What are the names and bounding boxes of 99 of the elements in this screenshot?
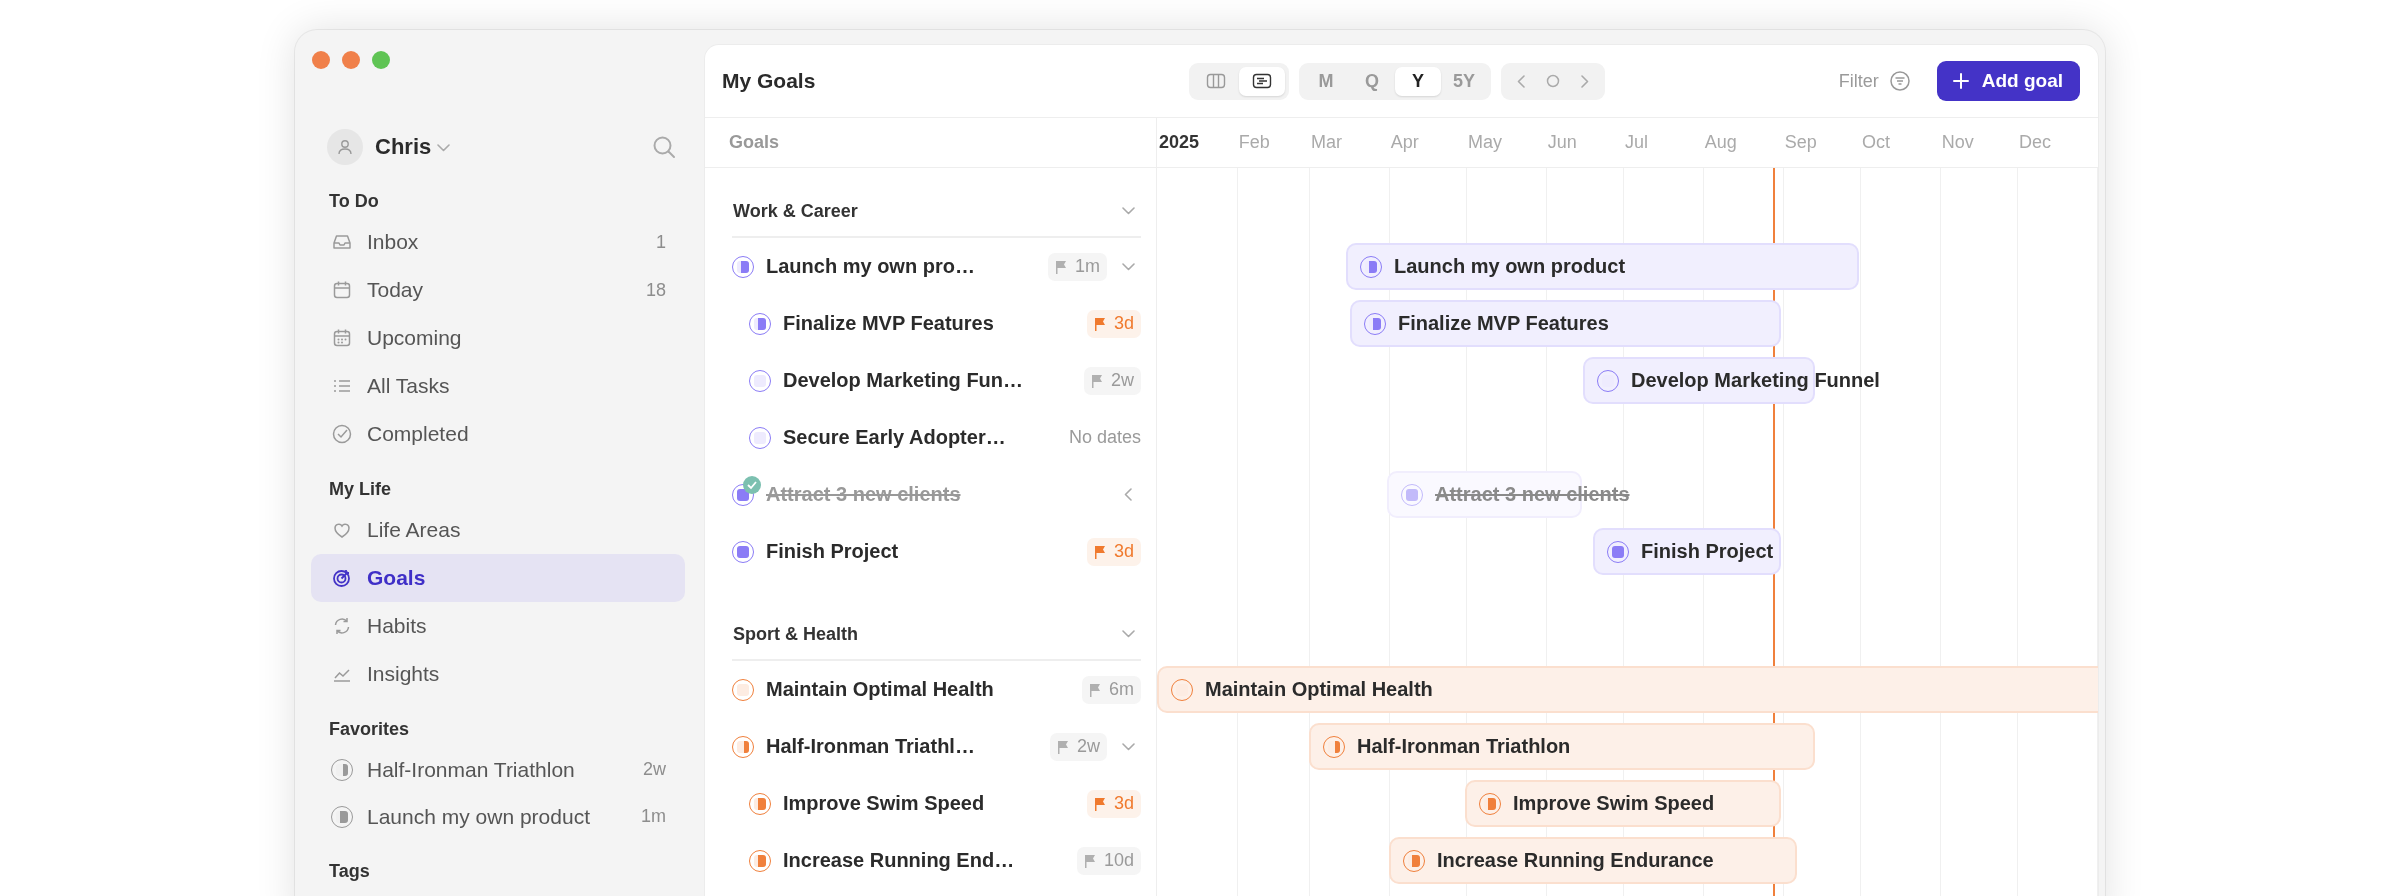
bar-label[interactable]: Improve Swim Speed bbox=[1513, 791, 1715, 816]
goal-bar[interactable] bbox=[1593, 528, 1781, 575]
month-label: Jul bbox=[1624, 132, 1650, 153]
goal-bar[interactable] bbox=[1157, 666, 2098, 713]
sidebar-item[interactable]: Today 18 bbox=[311, 266, 685, 314]
goal-title[interactable]: Maintain Optimal Health bbox=[766, 678, 994, 701]
goal-bar[interactable] bbox=[1389, 837, 1797, 884]
sidebar-item[interactable]: Half-Ironman Triathlon 2w bbox=[311, 746, 685, 793]
goal-title[interactable]: Improve Swim Speed bbox=[783, 792, 985, 815]
due-badge: 2w bbox=[1084, 366, 1141, 395]
filter-icon bbox=[1888, 70, 1911, 92]
month-label: Aug bbox=[1703, 132, 1738, 153]
sidebar-item[interactable]: Life Areas bbox=[311, 506, 685, 554]
range-tab[interactable]: Y bbox=[1395, 66, 1441, 96]
calendar-icon bbox=[331, 327, 353, 349]
bar-label[interactable]: Maintain Optimal Health bbox=[1205, 677, 1433, 702]
search-icon[interactable] bbox=[651, 134, 677, 160]
check-circle-icon bbox=[331, 423, 353, 445]
chevron-icon bbox=[1121, 742, 1135, 751]
flag-icon bbox=[1089, 682, 1101, 697]
user-name[interactable]: Chris bbox=[375, 134, 432, 160]
column-header: Goals bbox=[729, 132, 780, 153]
bar-label[interactable]: Increase Running Endurance bbox=[1437, 848, 1714, 873]
due-badge: 1m bbox=[1048, 252, 1107, 281]
month-label: Sep bbox=[1783, 132, 1818, 153]
sidebar-item[interactable]: Launch my own product 1m bbox=[311, 793, 685, 840]
due-badge: 2w bbox=[1050, 732, 1107, 761]
chevron-right-icon bbox=[1581, 74, 1589, 88]
section-title: To Do bbox=[328, 190, 380, 213]
minimize-button[interactable] bbox=[342, 51, 360, 69]
bar-label[interactable]: Finalize MVP Features bbox=[1398, 311, 1609, 336]
sidebar-item[interactable]: Completed bbox=[311, 410, 685, 458]
goal-title[interactable]: Increase Running End… bbox=[783, 849, 1015, 872]
group-title: Sport & Health bbox=[733, 623, 858, 645]
sidebar-item[interactable]: Inbox 1 bbox=[311, 218, 685, 266]
goal-bar[interactable] bbox=[1465, 780, 1781, 827]
group-title: Work & Career bbox=[733, 200, 858, 222]
goal-title[interactable]: Finish Project bbox=[766, 540, 899, 563]
month-label: Mar bbox=[1309, 132, 1343, 153]
bar-label[interactable]: Launch my own product bbox=[1394, 254, 1626, 279]
month-label: May bbox=[1466, 132, 1503, 153]
goal-title[interactable]: Secure Early Adopter… bbox=[783, 426, 1006, 449]
chevron-icon bbox=[1121, 630, 1135, 638]
plus-icon bbox=[1951, 72, 1970, 90]
sidebar-item[interactable]: All Tasks bbox=[311, 362, 685, 410]
bar-label[interactable]: Half-Ironman Triathlon bbox=[1357, 734, 1571, 759]
section-title: My Life bbox=[328, 478, 392, 501]
close-button[interactable] bbox=[312, 51, 330, 69]
flag-icon bbox=[1093, 544, 1106, 559]
circle-icon bbox=[1546, 74, 1560, 88]
flag-icon bbox=[1091, 373, 1103, 388]
target-icon bbox=[331, 567, 353, 589]
page-title: My Goals bbox=[722, 69, 817, 93]
due-badge: 6m bbox=[1082, 675, 1141, 704]
timeline-view-button[interactable] bbox=[1239, 66, 1285, 96]
section-title: Favorites bbox=[328, 718, 411, 741]
calendar-icon bbox=[331, 279, 353, 301]
columns-icon bbox=[1206, 73, 1226, 89]
month-label: Apr bbox=[1389, 132, 1420, 153]
flag-icon bbox=[1055, 259, 1067, 274]
bar-label[interactable]: Develop Marketing Funnel bbox=[1631, 368, 1880, 393]
flag-icon bbox=[1083, 853, 1096, 868]
due-badge: 3d bbox=[1086, 789, 1141, 818]
dropdown-icon bbox=[437, 144, 451, 152]
year-label: 2025 bbox=[1158, 132, 1201, 153]
sidebar-item[interactable]: Habits bbox=[311, 602, 685, 650]
sidebar-item[interactable]: Insights bbox=[311, 650, 685, 698]
due-badge: 3d bbox=[1086, 537, 1141, 566]
goal-title[interactable]: Finalize MVP Features bbox=[783, 312, 994, 335]
chevron-icon bbox=[1124, 488, 1132, 501]
section-title: Tags bbox=[328, 860, 371, 883]
zoom-button[interactable] bbox=[372, 51, 390, 69]
chevron-icon bbox=[1121, 262, 1135, 271]
sidebar-item[interactable]: Upcoming bbox=[311, 314, 685, 362]
month-label: Jun bbox=[1546, 132, 1578, 153]
goal-title[interactable]: Develop Marketing Fun… bbox=[783, 369, 1024, 392]
goal-bar[interactable] bbox=[1350, 300, 1781, 347]
chevron-icon bbox=[1121, 207, 1135, 215]
goal-title[interactable]: Half-Ironman Triathl… bbox=[766, 735, 975, 758]
avatar[interactable] bbox=[327, 129, 363, 165]
due-label: No dates bbox=[1068, 426, 1141, 449]
sidebar-item[interactable]: Goals bbox=[311, 554, 685, 602]
add-goal-button[interactable]: Add goal bbox=[1936, 61, 2080, 101]
month-label: Oct bbox=[1860, 132, 1891, 153]
flag-icon bbox=[1057, 739, 1069, 754]
goal-title[interactable]: Launch my own pro… bbox=[766, 255, 975, 278]
flag-icon bbox=[1093, 316, 1106, 331]
chevron-left-icon bbox=[1517, 74, 1525, 88]
bar-label[interactable]: Finish Project bbox=[1641, 539, 1774, 564]
due-badge: 10d bbox=[1076, 846, 1141, 875]
list-icon bbox=[1252, 73, 1272, 89]
goal-bar[interactable] bbox=[1583, 357, 1815, 404]
month-label: Dec bbox=[2017, 132, 2052, 153]
month-label: Feb bbox=[1237, 132, 1271, 153]
month-label: Nov bbox=[1940, 132, 1975, 153]
goal-bar[interactable] bbox=[1346, 243, 1859, 290]
goal-bar[interactable] bbox=[1309, 723, 1815, 770]
due-badge: 3d bbox=[1086, 309, 1141, 338]
flag-icon bbox=[1093, 796, 1106, 811]
